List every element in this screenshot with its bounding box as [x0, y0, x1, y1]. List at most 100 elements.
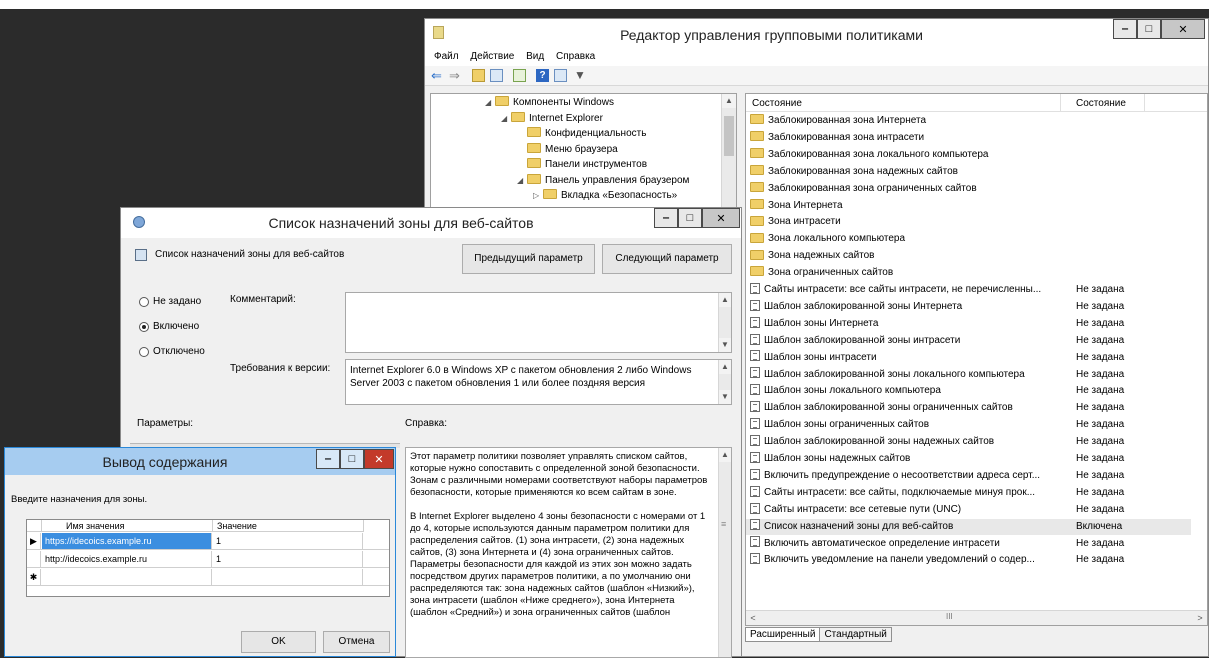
policy-maximize-button[interactable]: □ [678, 208, 702, 228]
tree-item[interactable]: ◢ Компоненты Windows [485, 95, 614, 110]
previous-setting-button[interactable]: Предыдущий параметр [462, 244, 595, 274]
radio-not-configured[interactable]: Не задано [139, 296, 201, 307]
value-cell[interactable]: 1 [213, 533, 363, 549]
policy-dialog-titlebar[interactable]: Список назначений зоны для веб-сайтов ‒ … [121, 208, 741, 238]
show-minimize-button[interactable]: ‒ [316, 449, 340, 469]
help-icon[interactable]: ? [536, 69, 549, 82]
scroll-right-icon[interactable]: > [1193, 611, 1207, 625]
close-button[interactable]: ✕ [1161, 19, 1205, 39]
expander-icon[interactable]: ◢ [485, 95, 495, 110]
scroll-grip[interactable]: III [946, 612, 953, 621]
list-item-policy[interactable]: Шаблон зоны интрасети Не задана [746, 350, 1191, 366]
list-item-policy[interactable]: Шаблон заблокированной зоны интрасети Не … [746, 333, 1191, 349]
menu-action[interactable]: Действие [470, 51, 514, 62]
list-item-policy[interactable]: Включить автоматическое определение интр… [746, 536, 1191, 552]
scroll-thumb[interactable] [724, 116, 734, 156]
expander-icon[interactable]: ◢ [501, 111, 511, 126]
list-item-policy[interactable]: Включить предупреждение о несоответствии… [746, 468, 1191, 484]
radio-not-configured-dot[interactable] [139, 296, 149, 307]
policy-close-button[interactable]: ✕ [702, 208, 740, 228]
menu-help[interactable]: Справка [556, 51, 595, 62]
help-scroll-grip[interactable]: ≡ [721, 518, 726, 530]
properties-icon[interactable] [554, 69, 567, 82]
minimize-button[interactable]: ‒ [1113, 19, 1137, 39]
value-cell[interactable] [213, 569, 363, 585]
list-item-folder[interactable]: Зона интрасети [746, 214, 1191, 230]
show-contents-titlebar[interactable]: Вывод содержания ‒ □ ✕ [5, 448, 395, 475]
expander-icon[interactable]: ▷ [533, 188, 543, 203]
export-list-icon[interactable] [513, 69, 526, 82]
tab-extended[interactable]: Расширенный [745, 627, 821, 642]
list-item-folder[interactable]: Зона локального компьютера [746, 231, 1191, 247]
list-item-policy[interactable]: Шаблон заблокированной зоны Интернета Не … [746, 299, 1191, 315]
tree-item[interactable]: Панели инструментов [517, 157, 647, 172]
cancel-button[interactable]: Отмена [323, 631, 390, 653]
scroll-up-icon[interactable]: ▲ [722, 94, 736, 108]
grid-row[interactable]: ✱ [27, 569, 389, 586]
menu-file[interactable]: Файл [434, 51, 459, 62]
list-item-policy[interactable]: Список назначений зоны для веб-сайтов Вкл… [746, 518, 1191, 535]
expander-icon[interactable]: ◢ [517, 173, 527, 188]
show-hide-tree-icon[interactable] [490, 69, 503, 82]
radio-disabled-dot[interactable] [139, 346, 149, 357]
list-item-policy[interactable]: Сайты интрасети: все сайты, подключаемые… [746, 485, 1191, 501]
list-item-policy[interactable]: Шаблон заблокированной зоны локального к… [746, 367, 1191, 383]
list-item-policy[interactable]: Шаблон зоны локального компьютера Не зада… [746, 383, 1191, 399]
grid-header-name[interactable]: Имя значения [42, 520, 213, 532]
grid-row[interactable]: http://idecoics.example.ru 1 [27, 551, 389, 568]
list-item-folder[interactable]: Заблокированная зона интрасети [746, 130, 1191, 146]
row-selector-icon[interactable] [27, 551, 41, 567]
value-cell[interactable]: 1 [213, 551, 363, 567]
supported-scroll-down-icon[interactable]: ▼ [719, 390, 731, 404]
filter-icon[interactable]: ▼ [574, 69, 587, 82]
grid-header-value[interactable]: Значение [213, 520, 364, 532]
next-setting-button[interactable]: Следующий параметр [602, 244, 732, 274]
value-name-cell[interactable]: http://idecoics.example.ru [42, 551, 212, 567]
column-header-name[interactable]: Состояние [752, 98, 802, 109]
list-item-folder[interactable]: Заблокированная зона Интернета [746, 113, 1191, 129]
comment-textarea[interactable]: ▲ ▼ [345, 292, 732, 353]
list-item-folder[interactable]: Зона Интернета [746, 198, 1191, 214]
ok-button[interactable]: OK [241, 631, 316, 653]
scroll-left-icon[interactable]: < [746, 611, 760, 625]
tree-item[interactable]: Меню браузера [517, 142, 618, 157]
tree-item[interactable]: ▷ Вкладка «Безопасность» [533, 188, 677, 203]
value-name-cell[interactable] [42, 569, 212, 585]
comment-scrollbar[interactable]: ▲ ▼ [718, 293, 731, 352]
supported-scrollbar[interactable]: ▲ ▼ [718, 360, 731, 404]
radio-enabled[interactable]: Включено [139, 321, 199, 332]
forward-arrow-icon[interactable]: ⇒ [449, 69, 462, 82]
list-item-folder[interactable]: Зона надежных сайтов [746, 248, 1191, 264]
up-folder-icon[interactable] [472, 69, 485, 82]
row-selector-icon[interactable]: ▶ [27, 533, 41, 549]
gpo-titlebar[interactable]: Редактор управления групповыми политикам… [425, 19, 1208, 49]
tree-item[interactable]: Конфиденциальность [517, 126, 646, 141]
list-item-folder[interactable]: Зона ограниченных сайтов [746, 265, 1191, 281]
maximize-button[interactable]: □ [1137, 19, 1161, 39]
value-name-cell[interactable]: https://idecoics.example.ru [42, 533, 212, 549]
show-maximize-button[interactable]: □ [340, 449, 364, 469]
grid-row[interactable]: ▶ https://idecoics.example.ru 1 [27, 533, 389, 550]
help-scroll-up-icon[interactable]: ▲ [719, 448, 731, 462]
list-hscrollbar[interactable]: < III > [746, 610, 1207, 625]
show-close-button[interactable]: ✕ [364, 449, 394, 469]
comment-scroll-down-icon[interactable]: ▼ [719, 338, 731, 352]
back-arrow-icon[interactable]: ⇐ [431, 69, 444, 82]
list-item-folder[interactable]: Заблокированная зона надежных сайтов [746, 164, 1191, 180]
list-item-policy[interactable]: Включить уведомление на панели уведомлен… [746, 552, 1191, 568]
tab-standard[interactable]: Стандартный [819, 627, 892, 642]
radio-disabled[interactable]: Отключено [139, 346, 205, 357]
radio-enabled-dot[interactable] [139, 321, 149, 332]
list-item-folder[interactable]: Заблокированная зона локального компьюте… [746, 147, 1191, 163]
list-item-policy[interactable]: Шаблон заблокированной зоны надежных сай… [746, 434, 1191, 450]
list-item-policy[interactable]: Шаблон заблокированной зоны ограниченных… [746, 400, 1191, 416]
menu-view[interactable]: Вид [526, 51, 544, 62]
list-item-policy[interactable]: Шаблон зоны ограниченных сайтов Не задана [746, 417, 1191, 433]
comment-scroll-up-icon[interactable]: ▲ [719, 293, 731, 307]
list-item-policy[interactable]: Сайты интрасети: все сайты интрасети, не… [746, 282, 1191, 298]
column-header-state[interactable]: Состояние [1076, 98, 1126, 109]
list-item-folder[interactable]: Заблокированная зона ограниченных сайтов [746, 181, 1191, 197]
list-item-policy[interactable]: Шаблон зоны надежных сайтов Не задана [746, 451, 1191, 467]
new-row-icon[interactable]: ✱ [27, 569, 41, 585]
tree-item[interactable]: ◢ Панель управления браузером [517, 173, 689, 188]
